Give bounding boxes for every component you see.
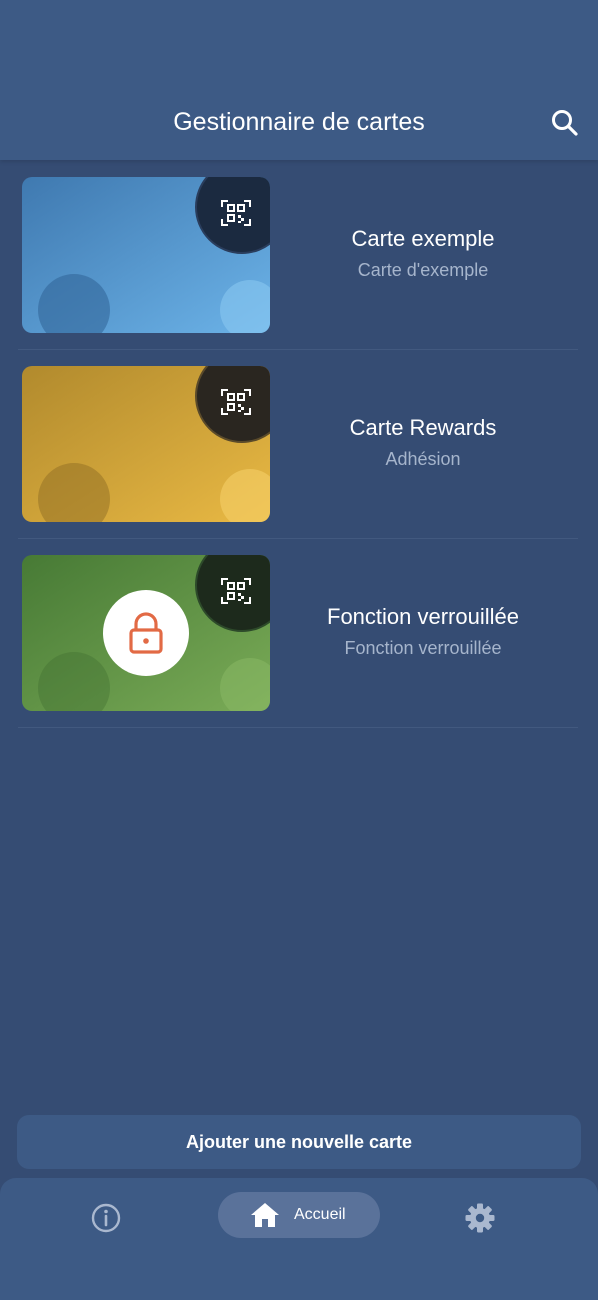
card-title: Fonction verrouillée — [327, 604, 519, 629]
card-thumbnail[interactable] — [22, 366, 270, 522]
info-icon — [91, 1203, 121, 1233]
lock-icon — [129, 612, 163, 654]
card-item[interactable]: Carte Rewards Adhésion — [18, 349, 578, 539]
card-title: Carte exemple — [351, 226, 495, 251]
add-card-button[interactable]: Ajouter une nouvelle carte — [17, 1115, 581, 1169]
qr-code-icon[interactable] — [190, 177, 270, 257]
card-subtitle: Carte d'exemple — [357, 260, 489, 280]
qr-code-icon[interactable] — [190, 555, 270, 635]
card-thumbnail[interactable] — [22, 177, 270, 333]
app-header: Gestionnaire de cartes — [0, 0, 598, 160]
card-subtitle: Adhésion — [385, 449, 461, 469]
card-item[interactable]: Carte exemple Carte d'exemple — [18, 160, 578, 350]
page-title: Gestionnaire de cartes — [173, 108, 425, 136]
card-item-locked[interactable]: Fonction verrouillée Fonction verrouillé… — [18, 538, 578, 728]
nav-settings-button[interactable] — [464, 1202, 496, 1234]
lock-badge — [103, 590, 189, 676]
card-subtitle: Fonction verrouillée — [344, 638, 502, 658]
card-text: Carte Rewards Adhésion — [268, 415, 578, 470]
card-title: Carte Rewards — [349, 415, 497, 440]
search-button[interactable] — [548, 106, 582, 140]
card-text: Fonction verrouillée Fonction verrouillé… — [268, 604, 578, 659]
home-icon — [251, 1203, 279, 1227]
nav-home-button[interactable]: Accueil — [218, 1192, 380, 1238]
gear-icon — [465, 1203, 495, 1233]
card-text: Carte exemple Carte d'exemple — [268, 226, 578, 281]
qr-code-icon[interactable] — [190, 366, 270, 446]
bottom-nav: Accueil — [0, 1178, 598, 1300]
search-icon — [552, 110, 578, 136]
nav-info-button[interactable] — [90, 1202, 122, 1234]
card-thumbnail[interactable] — [22, 555, 270, 711]
nav-home-label: Accueil — [294, 1206, 346, 1223]
